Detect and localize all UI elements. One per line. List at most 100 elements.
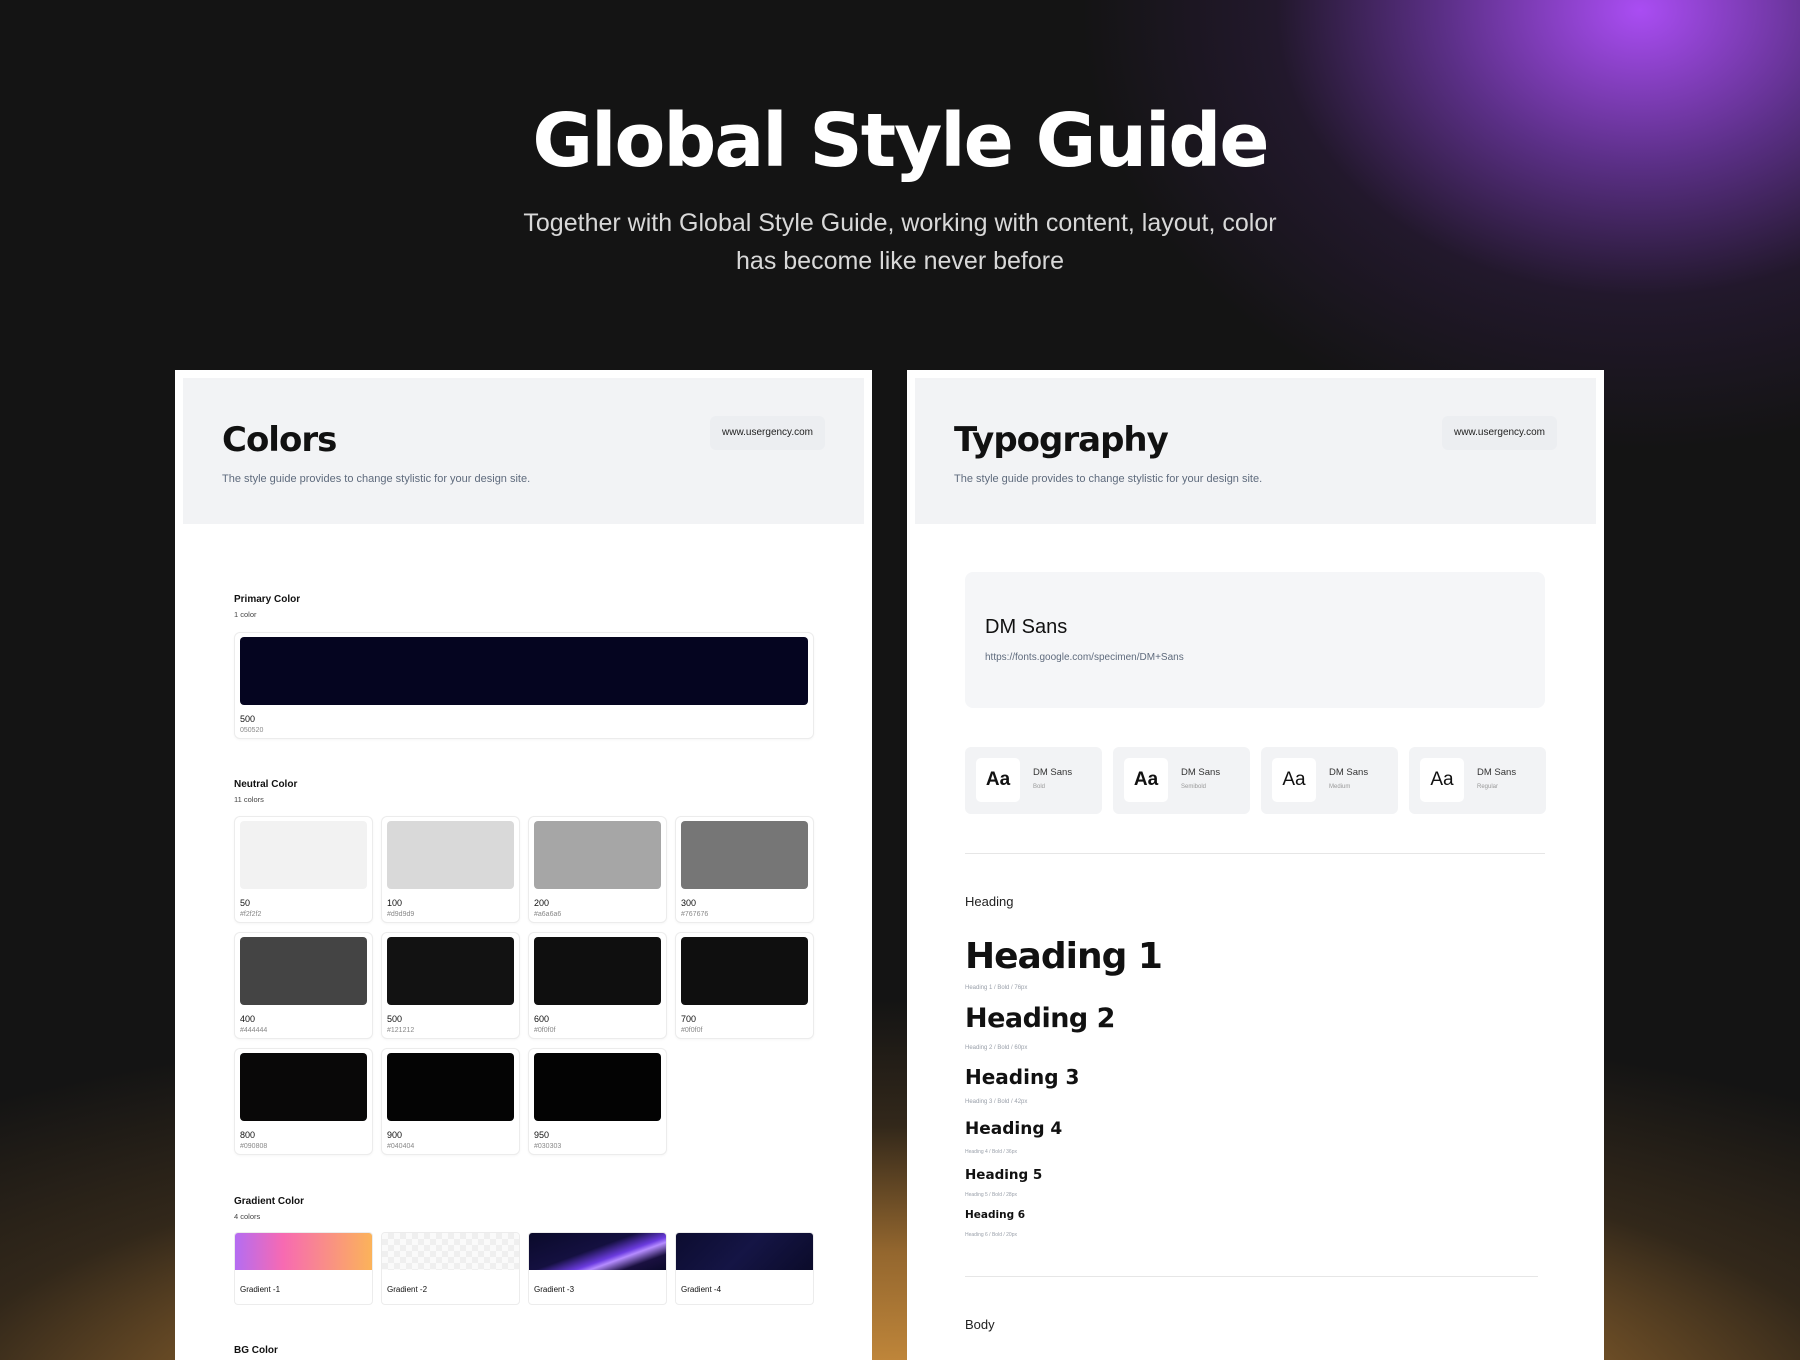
neutral-swatch-hex: #a6a6a6 <box>534 911 562 918</box>
gradient-name-1: Gradient -1 <box>240 1285 281 1294</box>
heading-4-meta: Heading 4 / Bold / 36px <box>965 1149 1017 1155</box>
neutral-swatch <box>240 1053 367 1121</box>
neutral-swatch <box>534 937 661 1005</box>
heading-3-meta: Heading 3 / Bold / 42px <box>965 1099 1028 1105</box>
neutral-swatch-hex: #0f0f0f <box>681 1027 703 1034</box>
heading-6-sample: Heading 6 <box>965 1209 1026 1221</box>
primary-swatch-hex: 050520 <box>240 727 264 734</box>
weight-label: Medium <box>1329 784 1351 790</box>
neutral-swatch-name: 700 <box>681 1014 697 1024</box>
neutral-swatch-name: 950 <box>534 1130 550 1140</box>
neutral-swatch <box>534 821 661 889</box>
gradient-card-4: Gradient -4 <box>675 1232 814 1305</box>
neutral-swatch <box>240 821 367 889</box>
typography-panel-header: Typography The style guide provides to c… <box>915 378 1596 524</box>
neutral-swatch-card: 400 #444444 <box>234 932 373 1039</box>
gradient-name-3: Gradient -3 <box>534 1285 575 1294</box>
neutral-swatch-hex: #030303 <box>534 1143 562 1150</box>
font-weight-card-medium: Aa DM Sans Medium <box>1261 747 1398 814</box>
weight-sample-bold: Aa <box>976 758 1020 802</box>
neutral-swatch-name: 900 <box>387 1130 403 1140</box>
neutral-swatch-hex: #090808 <box>240 1143 268 1150</box>
heading-4-sample: Heading 4 <box>965 1119 1063 1139</box>
neutral-swatch-hex: #121212 <box>387 1027 415 1034</box>
hero-subtitle-line-2: has become like never before <box>736 247 1064 275</box>
neutral-swatch-name: 400 <box>240 1014 256 1024</box>
neutral-swatch-hex: #f2f2f2 <box>240 911 262 918</box>
divider <box>965 853 1545 854</box>
font-family-card: DM Sans https://fonts.google.com/specime… <box>965 572 1545 708</box>
heading-5-meta: Heading 5 / Bold / 28px <box>965 1192 1017 1198</box>
neutral-swatch-card: 100 #d9d9d9 <box>381 816 520 923</box>
font-weight-card-semibold: Aa DM Sans Semibold <box>1113 747 1250 814</box>
hero-title: Global Style Guide <box>532 98 1269 184</box>
neutral-swatch-name: 300 <box>681 898 697 908</box>
gradient-color-title: Gradient Color <box>234 1196 305 1207</box>
font-weight-card-bold: Aa DM Sans Bold <box>965 747 1102 814</box>
gradient-swatch-1 <box>235 1233 372 1270</box>
weight-font-name: DM Sans <box>1181 767 1221 778</box>
heading-3-sample: Heading 3 <box>965 1065 1080 1089</box>
typography-panel: Typography The style guide provides to c… <box>907 370 1604 1360</box>
weight-font-name: DM Sans <box>1033 767 1073 778</box>
neutral-swatch <box>681 937 808 1005</box>
weight-font-name: DM Sans <box>1477 767 1517 778</box>
neutral-swatch <box>387 1053 514 1121</box>
neutral-swatch <box>387 937 514 1005</box>
colors-panel-header: Colors The style guide provides to chang… <box>183 378 864 524</box>
heading-6-meta: Heading 6 / Bold / 20px <box>965 1232 1017 1238</box>
gradient-card-1: Gradient -1 <box>234 1232 373 1305</box>
neutral-swatch-card: 600 #0f0f0f <box>528 932 667 1039</box>
neutral-swatch <box>534 1053 661 1121</box>
weight-sample-medium: Aa <box>1272 758 1316 802</box>
neutral-swatch-card: 500 #121212 <box>381 932 520 1039</box>
neutral-swatch-name: 50 <box>240 898 251 908</box>
neutral-swatch-card: 700 #0f0f0f <box>675 932 814 1039</box>
heading-1-meta: Heading 1 / Bold / 76px <box>965 985 1028 991</box>
bg-color-title: BG Color <box>234 1345 278 1356</box>
neutral-swatch <box>387 821 514 889</box>
neutral-swatch-hex: #040404 <box>387 1143 415 1150</box>
hero-subtitle: Together with Global Style Guide, workin… <box>500 204 1300 280</box>
neutral-swatch-card: 900 #040404 <box>381 1048 520 1155</box>
colors-title: Colors <box>222 420 337 460</box>
weight-label: Semibold <box>1181 784 1207 790</box>
neutral-swatch-name: 500 <box>387 1014 403 1024</box>
primary-color-count: 1 color <box>234 610 257 619</box>
heading-2-sample: Heading 2 <box>965 1003 1115 1034</box>
weight-sample-regular: Aa <box>1420 758 1464 802</box>
font-family-name: DM Sans <box>985 616 1068 638</box>
neutral-swatch-hex: #444444 <box>240 1027 268 1034</box>
neutral-swatch-card: 300 #767676 <box>675 816 814 923</box>
neutral-swatch-hex: #d9d9d9 <box>387 911 415 918</box>
typography-description: The style guide provides to change styli… <box>954 473 1263 485</box>
colors-url-link[interactable]: www.usergency.com <box>710 416 825 450</box>
gradient-swatch-2 <box>382 1233 519 1270</box>
gradient-swatch-3 <box>529 1233 666 1270</box>
primary-swatch-name: 500 <box>240 714 256 724</box>
primary-color-card: 500 050520 <box>234 632 814 739</box>
neutral-swatch <box>681 821 808 889</box>
weight-sample-semibold: Aa <box>1124 758 1168 802</box>
neutral-swatch-hex: #767676 <box>681 911 709 918</box>
neutral-swatch-name: 100 <box>387 898 403 908</box>
neutral-swatch-hex: #0f0f0f <box>534 1027 556 1034</box>
neutral-swatch-card: 950 #030303 <box>528 1048 667 1155</box>
gradient-swatch-4 <box>676 1233 813 1270</box>
weight-font-name: DM Sans <box>1329 767 1369 778</box>
typography-url-link[interactable]: www.usergency.com <box>1442 416 1557 450</box>
gradient-color-count: 4 colors <box>234 1212 261 1221</box>
neutral-swatch-name: 800 <box>240 1130 256 1140</box>
neutral-swatch-card: 50 #f2f2f2 <box>234 816 373 923</box>
hero-subtitle-line-1: Together with Global Style Guide, workin… <box>523 209 1277 237</box>
gradient-name-2: Gradient -2 <box>387 1285 428 1294</box>
neutral-swatch-name: 600 <box>534 1014 550 1024</box>
gradient-card-3: Gradient -3 <box>528 1232 667 1305</box>
body-section-label: Body <box>965 1317 995 1332</box>
font-family-link[interactable]: https://fonts.google.com/specimen/DM+San… <box>985 652 1184 663</box>
colors-description: The style guide provides to change styli… <box>222 473 531 485</box>
gradient-card-2: Gradient -2 <box>381 1232 520 1305</box>
neutral-swatch-card: 800 #090808 <box>234 1048 373 1155</box>
heading-5-sample: Heading 5 <box>965 1167 1043 1183</box>
neutral-swatch-name: 200 <box>534 898 550 908</box>
